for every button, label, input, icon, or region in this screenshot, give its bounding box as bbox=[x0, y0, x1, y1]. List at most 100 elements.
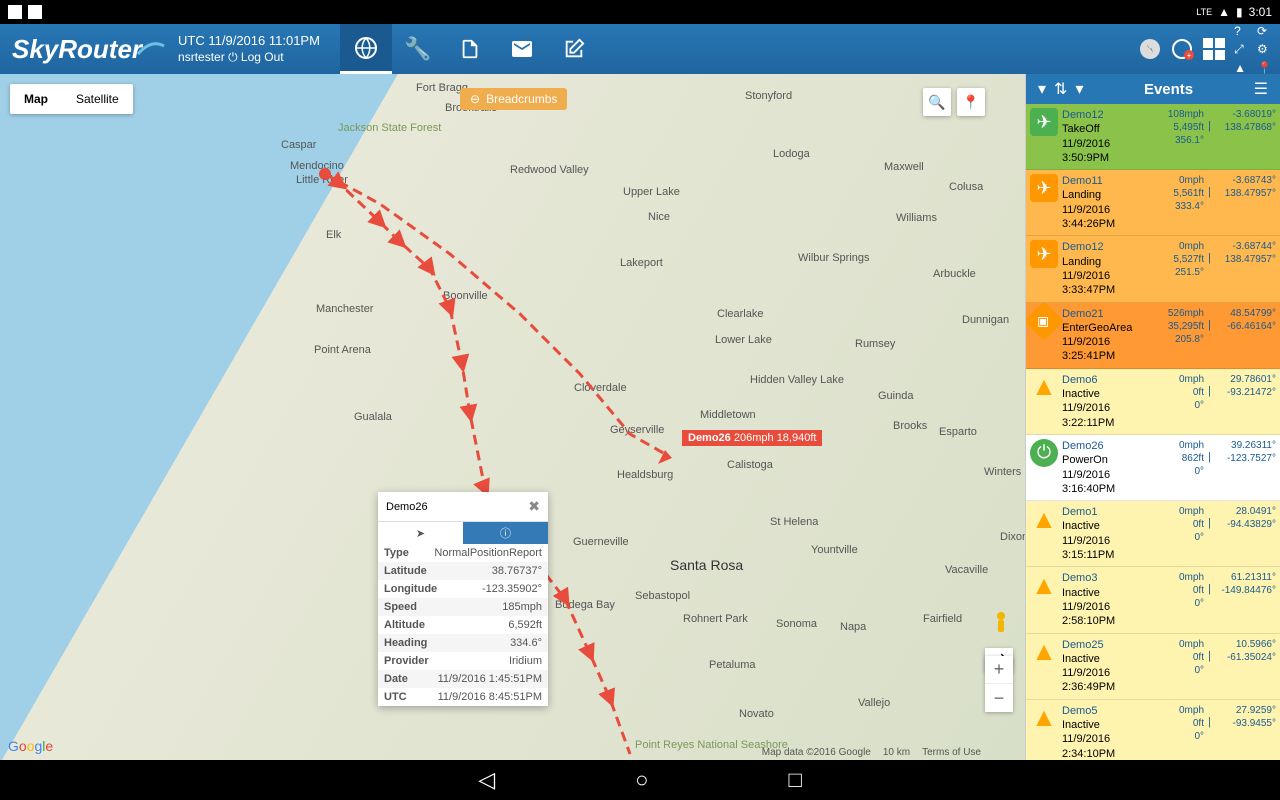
zoom-control: + − bbox=[985, 656, 1013, 712]
tab-reports[interactable] bbox=[444, 24, 496, 74]
home-button[interactable]: ○ bbox=[635, 767, 648, 793]
sort-icon[interactable]: ⇅ bbox=[1050, 79, 1071, 99]
breadcrumbs-button[interactable]: Breadcrumbs bbox=[460, 88, 567, 110]
event-row[interactable]: ✈Demo11Landing11/9/2016 3:44:26PM0mph5,5… bbox=[1026, 170, 1280, 236]
event-coords: 10.5966°-61.35024° bbox=[1214, 638, 1276, 695]
event-row[interactable]: ◈Demo21EnterGeoArea11/9/2016 3:25:41PM52… bbox=[1026, 303, 1280, 369]
logout-link[interactable]: Log Out bbox=[241, 50, 284, 64]
place-label: Clearlake bbox=[717, 308, 763, 320]
map-type-map[interactable]: Map bbox=[10, 84, 62, 114]
place-label: Petaluma bbox=[709, 659, 755, 671]
zoom-in-button[interactable]: + bbox=[985, 656, 1013, 684]
event-row[interactable]: ✈Demo12Landing11/9/2016 3:33:47PM0mph5,5… bbox=[1026, 236, 1280, 302]
help-icon[interactable]: ? bbox=[1234, 24, 1249, 38]
place-label: Sebastopol bbox=[635, 590, 690, 602]
tab-map[interactable] bbox=[340, 24, 392, 74]
place-label: Manchester bbox=[316, 303, 373, 315]
place-label: Dixon bbox=[1000, 531, 1025, 543]
header-tabs: 🔧 bbox=[340, 24, 600, 74]
place-label: Napa bbox=[840, 621, 866, 633]
grid-icon[interactable] bbox=[1202, 37, 1226, 61]
event-row[interactable]: ▲Demo3Inactive11/9/2016 2:58:10PM0mph0ft… bbox=[1026, 567, 1280, 633]
event-body: Demo25Inactive11/9/2016 2:36:49PM bbox=[1062, 638, 1158, 695]
tab-tools[interactable]: 🔧 bbox=[392, 24, 444, 74]
marker-icon[interactable]: 📍 bbox=[1257, 61, 1272, 75]
network-label: LTE bbox=[1196, 7, 1212, 17]
asset-callout[interactable]: Demo26 206mph 18,940ft bbox=[682, 430, 822, 446]
popup-row: Heading334.6° bbox=[378, 634, 548, 652]
pegman-icon[interactable] bbox=[989, 610, 1013, 640]
zoom-out-button[interactable]: − bbox=[985, 684, 1013, 712]
dropdown-icon[interactable]: ▾ bbox=[1071, 79, 1087, 99]
place-label: Rumsey bbox=[855, 338, 895, 350]
popup-tab-info[interactable]: ⓘ bbox=[463, 522, 548, 544]
recent-button[interactable]: □ bbox=[788, 767, 801, 793]
svg-text:+: + bbox=[1187, 51, 1192, 60]
place-label: Dunnigan bbox=[962, 314, 1009, 326]
place-label: Calistoga bbox=[727, 459, 773, 471]
event-coords: 28.0491°-94.43829° bbox=[1214, 505, 1276, 562]
place-label: Cloverdale bbox=[574, 382, 627, 394]
place-label: Lodoga bbox=[773, 148, 810, 160]
event-coords: 27.9259°-93.9455° bbox=[1214, 704, 1276, 760]
place-label: Guerneville bbox=[573, 536, 629, 548]
close-icon[interactable]: ✖ bbox=[528, 498, 540, 515]
event-coords: -3.68744°138.47957° bbox=[1214, 240, 1276, 297]
event-row[interactable]: ▲Demo6Inactive11/9/2016 3:22:11PM0mph0ft… bbox=[1026, 369, 1280, 435]
place-label: St Helena bbox=[770, 516, 818, 528]
place-label: Vacaville bbox=[945, 564, 988, 576]
event-body: Demo21EnterGeoArea11/9/2016 3:25:41PM bbox=[1062, 307, 1158, 364]
popup-tab-locate[interactable]: ➤ bbox=[378, 522, 463, 544]
place-label: Caspar bbox=[281, 139, 316, 151]
event-row[interactable]: ▲Demo25Inactive11/9/2016 2:36:49PM0mph0f… bbox=[1026, 634, 1280, 700]
event-stats: 526mph35,295ft205.8° bbox=[1162, 307, 1204, 364]
place-label: Colusa bbox=[949, 181, 983, 193]
main-area: Fort BraggCasparMendocinoLittle RiverElk… bbox=[0, 74, 1280, 760]
logo[interactable]: SkyRouter bbox=[0, 34, 178, 65]
event-row[interactable]: ✈Demo12TakeOff11/9/2016 3:50:9PM108mph5,… bbox=[1026, 104, 1280, 170]
refresh-icon[interactable]: ⟳ bbox=[1257, 24, 1272, 38]
warning-icon[interactable]: ▲ bbox=[1234, 61, 1249, 75]
globe-earth-icon[interactable] bbox=[1138, 37, 1162, 61]
fullscreen-icon[interactable]: ⤢ bbox=[1234, 42, 1249, 57]
popup-row: TypeNormalPositionReport bbox=[378, 544, 548, 562]
event-row[interactable]: ⏻Demo26PowerOn11/9/2016 3:16:40PM0mph862… bbox=[1026, 435, 1280, 501]
search-icon[interactable]: 🔍 bbox=[923, 88, 951, 116]
event-row[interactable]: ▲Demo5Inactive11/9/2016 2:34:10PM0mph0ft… bbox=[1026, 700, 1280, 760]
location-pin-icon[interactable]: 📍 bbox=[957, 88, 985, 116]
place-label: Maxwell bbox=[884, 161, 924, 173]
events-list[interactable]: ✈Demo12TakeOff11/9/2016 3:50:9PM108mph5,… bbox=[1026, 104, 1280, 760]
event-coords: 61.21311°-149.84476° bbox=[1214, 571, 1276, 628]
place-label: Jackson State Forest bbox=[338, 122, 441, 134]
filter-icon[interactable]: ▾ bbox=[1034, 79, 1050, 99]
globe-alert-icon[interactable]: + bbox=[1170, 37, 1194, 61]
event-type-icon: ✈ bbox=[1030, 174, 1058, 202]
map-canvas[interactable]: Fort BraggCasparMendocinoLittle RiverElk… bbox=[0, 74, 1025, 760]
map-attribution: Map data ©2016 Google10 kmTerms of Use bbox=[762, 747, 981, 758]
event-type-icon: ▲ bbox=[1030, 704, 1058, 732]
app-header: SkyRouter UTC 11/9/2016 11:01PM nsrteste… bbox=[0, 24, 1280, 74]
place-label: Wilbur Springs bbox=[798, 252, 870, 264]
place-label: Point Arena bbox=[314, 344, 371, 356]
place-label: Geyserville bbox=[610, 424, 664, 436]
map-type-satellite[interactable]: Satellite bbox=[62, 84, 133, 114]
event-stats: 0mph0ft0° bbox=[1162, 638, 1204, 695]
event-coords: -3.68019°138.47868° bbox=[1214, 108, 1276, 165]
popup-row: UTC11/9/2016 8:45:51PM bbox=[378, 688, 548, 706]
place-label: Upper Lake bbox=[623, 186, 680, 198]
event-type-icon: ▲ bbox=[1030, 373, 1058, 401]
tab-messages[interactable] bbox=[496, 24, 548, 74]
settings-icon[interactable]: ⚙ bbox=[1257, 42, 1272, 57]
popup-row: Altitude6,592ft bbox=[378, 616, 548, 634]
event-body: Demo26PowerOn11/9/2016 3:16:40PM bbox=[1062, 439, 1158, 496]
status-icon bbox=[8, 5, 22, 19]
event-row[interactable]: ▲Demo1Inactive11/9/2016 3:15:11PM0mph0ft… bbox=[1026, 501, 1280, 567]
events-header: ▾ ⇅ ▾ Events ☰ bbox=[1026, 74, 1280, 104]
menu-icon[interactable]: ☰ bbox=[1250, 79, 1272, 99]
tab-compose[interactable] bbox=[548, 24, 600, 74]
back-button[interactable]: ◁ bbox=[478, 767, 495, 793]
event-coords: 29.78601°-93.21472° bbox=[1214, 373, 1276, 430]
map-search-controls: 🔍 📍 bbox=[923, 88, 985, 116]
status-icon bbox=[28, 5, 42, 19]
clock: 3:01 bbox=[1249, 5, 1272, 19]
